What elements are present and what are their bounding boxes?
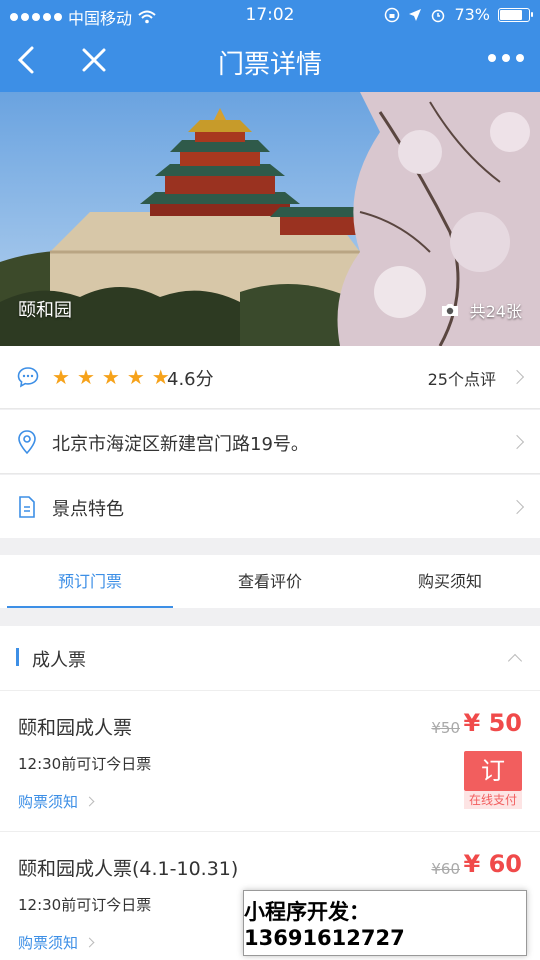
feature-label: 景点特色	[52, 499, 124, 520]
chevron-right-icon	[509, 369, 525, 385]
order-button[interactable]: 订	[464, 751, 522, 791]
section-header-adult[interactable]: 成人票	[0, 626, 540, 690]
ticket-price: ¥ 50	[463, 709, 522, 737]
star-icon: ★	[126, 365, 145, 389]
document-icon	[19, 496, 35, 518]
tab-bar: 预订门票 查看评价 购买须知	[0, 555, 540, 608]
tab-reviews[interactable]: 查看评价	[180, 555, 360, 608]
ticket-price: ¥ 60	[463, 850, 522, 878]
chevron-up-icon[interactable]	[507, 653, 523, 669]
status-bar: 中国移动 17:02 73%	[0, 0, 540, 30]
rating-score: 4.6分	[167, 369, 214, 390]
address-row[interactable]: 北京市海淀区新建宫门路19号。	[0, 410, 540, 474]
online-payment-tag: 在线支付	[464, 791, 522, 809]
ticket-name: 颐和园成人票(4.1-10.31)	[18, 858, 239, 880]
battery-percent: 73%	[454, 5, 490, 24]
rotation-lock-icon	[385, 7, 400, 22]
promo-banner: 小程序开发：13691612727	[243, 890, 527, 956]
hero-image[interactable]: 颐和园 共24张	[0, 92, 540, 346]
more-icon[interactable]	[488, 54, 524, 62]
ticket-notes-link[interactable]: 购票须知	[18, 932, 95, 953]
camera-icon	[441, 304, 458, 316]
alarm-icon	[432, 9, 445, 22]
ticket-item[interactable]: 颐和园成人票 12:30前可订今日票 购票须知 ¥50 ¥ 50 订 在线支付	[0, 690, 540, 832]
comment-icon	[17, 367, 39, 388]
address-text: 北京市海淀区新建宫门路19号。	[52, 434, 309, 455]
chevron-right-icon	[84, 796, 95, 807]
ticket-notes-label: 购票须知	[18, 793, 79, 811]
location-pin-icon	[18, 430, 36, 455]
star-rating: ★ ★ ★ ★ ★	[52, 366, 170, 388]
ticket-note: 12:30前可订今日票	[18, 896, 152, 914]
section-accent-bar	[16, 648, 19, 666]
ticket-notes-label: 购票须知	[18, 934, 79, 952]
photo-count[interactable]: 共24张	[440, 298, 522, 322]
chevron-right-icon	[509, 434, 525, 449]
photo-count-label: 共24张	[469, 302, 522, 321]
star-icon: ★	[76, 365, 95, 389]
original-price: ¥50	[431, 719, 460, 737]
section-title: 成人票	[32, 650, 86, 671]
rating-row[interactable]: ★ ★ ★ ★ ★ 4.6分 25个点评	[0, 346, 540, 409]
tab-book-tickets[interactable]: 预订门票	[0, 555, 180, 608]
ticket-notes-link[interactable]: 购票须知	[18, 791, 95, 812]
battery-icon	[498, 7, 533, 22]
nav-bar: 门票详情	[0, 30, 540, 92]
original-price: ¥60	[431, 860, 460, 878]
feature-row[interactable]: 景点特色	[0, 475, 540, 538]
page-title: 门票详情	[217, 50, 322, 80]
star-icon: ★	[52, 365, 70, 389]
status-right: 73%	[384, 5, 533, 24]
hero-title: 颐和园	[18, 300, 72, 321]
ticket-note: 12:30前可订今日票	[18, 755, 152, 773]
ticket-name: 颐和园成人票	[18, 717, 133, 739]
location-arrow-icon	[409, 8, 422, 21]
chevron-right-icon	[84, 937, 95, 948]
star-icon: ★	[101, 365, 120, 389]
tab-purchase-notes[interactable]: 购买须知	[360, 555, 540, 608]
chevron-right-icon	[509, 499, 525, 514]
review-count: 25个点评	[427, 370, 496, 389]
